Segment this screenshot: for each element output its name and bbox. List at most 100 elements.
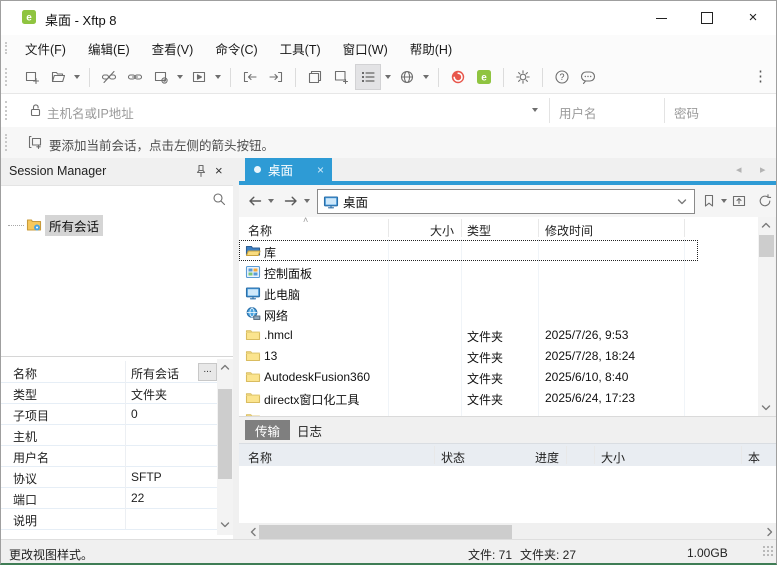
close-button[interactable]: × [730, 1, 776, 35]
scroll-right-icon[interactable] [762, 524, 776, 540]
title-bar[interactable]: e 桌面 - Xftp 8 × [1, 1, 776, 35]
session-tab-desktop[interactable]: 桌面 × [245, 158, 332, 181]
scroll-up-icon[interactable] [758, 217, 774, 233]
column-progress[interactable]: 进度 [497, 449, 559, 466]
toolbar-grip[interactable] [5, 68, 7, 86]
forward-icon[interactable] [283, 193, 299, 209]
new-window-button[interactable] [329, 65, 353, 89]
file-row-selected[interactable]: 库 [239, 240, 698, 261]
column-divider[interactable] [388, 219, 389, 237]
column-divider[interactable] [684, 219, 685, 237]
browse-button[interactable]: ... [198, 363, 217, 381]
tab-scroll-right-icon[interactable]: ▸ [760, 163, 766, 176]
back-history-dropdown[interactable] [268, 199, 274, 203]
new-session-button[interactable] [20, 65, 44, 89]
file-row[interactable]: .hmcl 文件夹 2025/7/26, 9:53 [239, 324, 758, 345]
combo-chevron-icon[interactable] [674, 194, 690, 210]
file-row[interactable]: 此电脑 [239, 282, 758, 303]
view-style-dropdown[interactable] [385, 75, 391, 79]
settings-button[interactable] [511, 65, 535, 89]
folder-up-icon[interactable] [731, 193, 747, 209]
scroll-up-icon[interactable] [217, 359, 233, 375]
connect-grip[interactable] [5, 101, 7, 120]
bookmark-icon[interactable] [701, 193, 717, 209]
column-divider[interactable] [741, 446, 742, 464]
export-button[interactable] [264, 65, 288, 89]
toolbar-overflow-button[interactable]: ⋮ [753, 67, 768, 85]
file-row[interactable]: AutodeskFusion360 文件夹 2025/6/10, 8:40 [239, 366, 758, 387]
pin-icon[interactable] [193, 163, 209, 179]
file-row[interactable]: 网络 [239, 303, 758, 324]
column-status[interactable]: 状态 [441, 449, 465, 466]
host-input[interactable]: 主机名或IP地址 [47, 103, 134, 122]
refresh-icon[interactable] [757, 193, 773, 209]
file-row[interactable]: directx窗口化工具 文件夹 2025/6/24, 17:23 [239, 387, 758, 408]
menu-view[interactable]: 查看(V) [144, 35, 202, 62]
file-list-scrollbar[interactable] [758, 217, 775, 416]
column-size[interactable]: 大小 [388, 222, 454, 239]
menu-file[interactable]: 文件(F) [17, 35, 74, 62]
forward-history-dropdown[interactable] [304, 199, 310, 203]
password-input[interactable]: 密码 [674, 103, 699, 122]
scroll-down-icon[interactable] [758, 400, 774, 416]
help-button[interactable]: ? [550, 65, 574, 89]
minimize-button[interactable] [638, 1, 684, 35]
panel-close-icon[interactable]: × [215, 163, 223, 178]
menu-grip[interactable] [5, 42, 7, 54]
run-button[interactable] [187, 65, 211, 89]
scrollbar-thumb[interactable] [218, 389, 232, 479]
column-divider[interactable] [461, 219, 462, 237]
xftp-launch-button[interactable]: e [472, 65, 496, 89]
web-dropdown[interactable] [423, 75, 429, 79]
menu-command[interactable]: 命令(C) [207, 35, 265, 62]
session-search-box[interactable] [1, 185, 233, 213]
tab-log[interactable]: 日志 [287, 420, 332, 440]
xshell-launch-button[interactable] [446, 65, 470, 89]
info-grip[interactable] [5, 134, 7, 151]
file-row[interactable]: 13 文件夹 2025/7/28, 18:24 [239, 345, 758, 366]
web-button[interactable] [395, 65, 419, 89]
menu-tools[interactable]: 工具(T) [272, 35, 329, 62]
reconnect-button[interactable] [123, 65, 147, 89]
column-type[interactable]: 类型 [467, 222, 491, 239]
scrollbar-thumb[interactable] [259, 525, 512, 539]
column-local-path[interactable]: 本 [748, 449, 760, 466]
duplicate-tab-button[interactable] [303, 65, 327, 89]
column-divider[interactable] [566, 446, 567, 464]
maximize-button[interactable] [684, 1, 730, 35]
disconnect-button[interactable] [97, 65, 121, 89]
column-modified[interactable]: 修改时间 [545, 222, 593, 239]
host-history-dropdown[interactable] [532, 108, 538, 112]
feedback-button[interactable] [576, 65, 600, 89]
tab-close-icon[interactable]: × [317, 163, 324, 177]
session-properties-dropdown[interactable] [177, 75, 183, 79]
column-divider[interactable] [594, 446, 595, 464]
column-name[interactable]: 名称 [248, 449, 272, 466]
menu-edit[interactable]: 编辑(E) [80, 35, 138, 62]
file-row[interactable]: 控制面板 [239, 261, 758, 282]
scroll-down-icon[interactable] [217, 517, 233, 533]
back-icon[interactable] [247, 193, 263, 209]
tab-transfer[interactable]: 传输 [245, 420, 291, 440]
run-dropdown[interactable] [215, 75, 221, 79]
column-divider[interactable] [434, 446, 435, 464]
transfer-horizontal-scrollbar[interactable] [245, 524, 776, 540]
menu-help[interactable]: 帮助(H) [402, 35, 460, 62]
properties-scrollbar[interactable] [217, 359, 233, 535]
menu-window[interactable]: 窗口(W) [335, 35, 396, 62]
column-size[interactable]: 大小 [601, 449, 625, 466]
tab-scroll-left-icon[interactable]: ◂ [736, 163, 742, 176]
username-input[interactable]: 用户名 [559, 103, 597, 122]
transfer-list[interactable] [239, 466, 776, 523]
column-name[interactable]: 名称 [248, 222, 272, 239]
import-button[interactable] [238, 65, 262, 89]
address-combo[interactable]: 桌面 [317, 189, 695, 214]
open-session-dropdown[interactable] [74, 75, 80, 79]
open-session-button[interactable] [46, 65, 70, 89]
session-tree-root[interactable]: 所有会话 [1, 214, 233, 236]
view-style-button[interactable] [355, 64, 381, 90]
bookmark-dropdown[interactable] [721, 199, 727, 203]
column-divider[interactable] [538, 219, 539, 237]
session-properties-button[interactable] [149, 65, 173, 89]
resize-grip[interactable] [763, 546, 773, 556]
